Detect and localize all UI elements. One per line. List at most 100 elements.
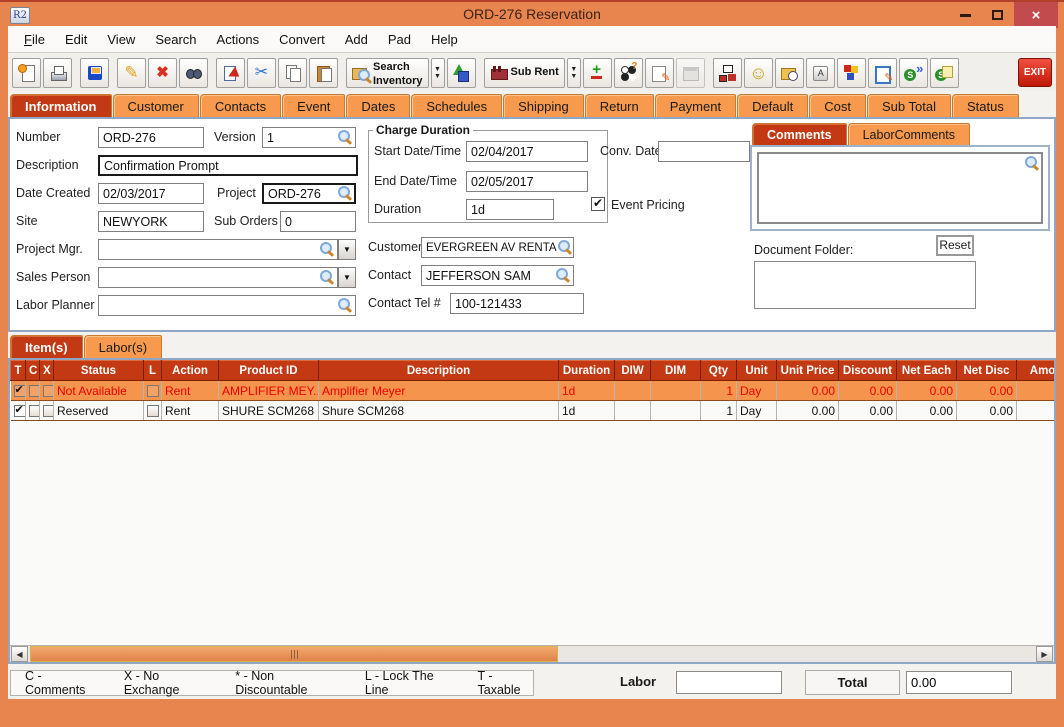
copy-special-button[interactable] — [216, 58, 245, 88]
document-folder-box[interactable] — [754, 261, 976, 309]
comments-textarea[interactable] — [759, 154, 1041, 222]
tab-status[interactable]: Status — [952, 94, 1019, 117]
edit-button[interactable]: ✎ — [117, 58, 146, 88]
tab-cost[interactable]: Cost — [809, 94, 866, 117]
date-created-field[interactable] — [98, 183, 204, 204]
col-lock[interactable]: L — [144, 361, 162, 381]
menu-file[interactable]: File — [14, 32, 55, 47]
sales-note-button[interactable] — [930, 58, 959, 88]
menu-add[interactable]: Add — [335, 32, 378, 47]
tab-payment[interactable]: Payment — [655, 94, 736, 117]
labor-planner-search-icon[interactable] — [338, 298, 352, 312]
col-unit-price[interactable]: Unit Price — [777, 361, 839, 381]
modules-button[interactable] — [837, 58, 866, 88]
menu-edit[interactable]: Edit — [55, 32, 97, 47]
col-discount[interactable]: Discount — [839, 361, 897, 381]
print-button[interactable] — [43, 58, 72, 88]
col-no-exchange[interactable]: X — [40, 361, 54, 381]
scroll-right-button[interactable]: ▶ — [1036, 646, 1053, 662]
conv-date-field[interactable] — [658, 141, 750, 162]
cut-button[interactable]: ✂ — [247, 58, 276, 88]
labor-planner-field[interactable] — [98, 295, 356, 316]
menu-actions[interactable]: Actions — [207, 32, 270, 47]
comments-checkbox[interactable] — [29, 405, 40, 417]
col-diw[interactable]: DIW — [615, 361, 651, 381]
comments-search-icon[interactable] — [1025, 156, 1039, 170]
tab-sub-total[interactable]: Sub Total — [867, 94, 951, 117]
contact-search-icon[interactable] — [556, 268, 570, 282]
end-date-field[interactable] — [466, 171, 588, 192]
project-mgr-search-icon[interactable] — [320, 242, 334, 256]
minimize-button[interactable] — [950, 2, 980, 28]
col-net-disc[interactable]: Net Disc — [957, 361, 1017, 381]
shapes-button[interactable] — [447, 58, 476, 88]
tab-event[interactable]: Event — [282, 94, 345, 117]
taxable-checkbox[interactable] — [14, 385, 26, 397]
col-product-id[interactable]: Product ID — [219, 361, 319, 381]
project-mgr-dropdown[interactable]: ▼ — [338, 239, 356, 260]
sales-person-dropdown[interactable]: ▼ — [338, 267, 356, 288]
menu-convert[interactable]: Convert — [269, 32, 335, 47]
write-notes-button[interactable] — [868, 58, 897, 88]
calendar-button[interactable] — [676, 58, 705, 88]
paste-button[interactable] — [309, 58, 338, 88]
tab-schedules[interactable]: Schedules — [411, 94, 502, 117]
scroll-left-button[interactable]: ◀ — [11, 646, 28, 662]
history-folder-button[interactable] — [775, 58, 804, 88]
taxable-checkbox[interactable] — [14, 405, 26, 417]
sub-rent-button[interactable]: Sub Rent — [484, 58, 565, 88]
menu-view[interactable]: View — [97, 32, 145, 47]
no-exchange-checkbox[interactable] — [43, 405, 54, 417]
sales-person-field[interactable] — [98, 267, 338, 288]
table-row[interactable]: Reserved Rent SHURE SCM268 Shure SCM268 … — [11, 401, 1055, 421]
add-remove-line-button[interactable] — [583, 58, 612, 88]
tab-information[interactable]: Information — [10, 94, 112, 117]
tab-comments[interactable]: Comments — [752, 123, 847, 145]
maximize-button[interactable] — [982, 2, 1012, 28]
table-row[interactable]: Not Available Rent AMPLIFIER MEY... Ampl… — [11, 381, 1055, 401]
sub-rent-dropdown[interactable]: ▼ ▼ — [567, 58, 581, 88]
col-comments[interactable]: C — [26, 361, 40, 381]
org-chart-button[interactable] — [713, 58, 742, 88]
lock-checkbox[interactable] — [147, 405, 159, 417]
comments-checkbox[interactable] — [29, 385, 40, 397]
col-amount[interactable]: Amount — [1017, 361, 1055, 381]
delete-button[interactable]: ✖ — [148, 58, 177, 88]
tab-items[interactable]: Item(s) — [10, 335, 83, 358]
event-pricing-checkbox[interactable] — [591, 197, 605, 211]
notes-button[interactable] — [645, 58, 674, 88]
shortcut-key-button[interactable] — [806, 58, 835, 88]
tab-customer[interactable]: Customer — [113, 94, 199, 117]
contact-field[interactable] — [421, 265, 574, 286]
tab-labors[interactable]: Labor(s) — [84, 335, 162, 358]
lock-checkbox[interactable] — [147, 385, 159, 397]
availability-button[interactable] — [614, 58, 643, 88]
project-mgr-field[interactable] — [98, 239, 338, 260]
tab-dates[interactable]: Dates — [346, 94, 410, 117]
sub-orders-field[interactable] — [280, 211, 356, 232]
menu-pad[interactable]: Pad — [378, 32, 421, 47]
customer-service-button[interactable]: ☺ — [744, 58, 773, 88]
tab-labor-comments[interactable]: LaborComments — [848, 123, 970, 145]
save-button[interactable] — [80, 58, 109, 88]
customer-field[interactable] — [421, 237, 574, 258]
contact-tel-field[interactable] — [450, 293, 584, 314]
menu-search[interactable]: Search — [145, 32, 206, 47]
reset-button[interactable]: Reset — [936, 235, 974, 256]
total-button[interactable]: Total — [805, 670, 900, 695]
col-action[interactable]: Action — [162, 361, 219, 381]
project-search-icon[interactable] — [338, 186, 352, 200]
tab-return[interactable]: Return — [585, 94, 654, 117]
scrollbar-thumb[interactable] — [30, 646, 558, 662]
search-inventory-button[interactable]: Search Inventory — [346, 58, 429, 88]
col-net-each[interactable]: Net Each — [897, 361, 957, 381]
find-button[interactable] — [179, 58, 208, 88]
col-qty[interactable]: Qty — [701, 361, 737, 381]
new-order-button[interactable] — [12, 58, 41, 88]
col-description[interactable]: Description — [319, 361, 559, 381]
no-exchange-checkbox[interactable] — [43, 385, 54, 397]
col-unit[interactable]: Unit — [737, 361, 777, 381]
customer-search-icon[interactable] — [558, 240, 572, 254]
search-inventory-dropdown[interactable]: ▼ ▼ — [431, 58, 445, 88]
total-field[interactable] — [906, 671, 1012, 694]
